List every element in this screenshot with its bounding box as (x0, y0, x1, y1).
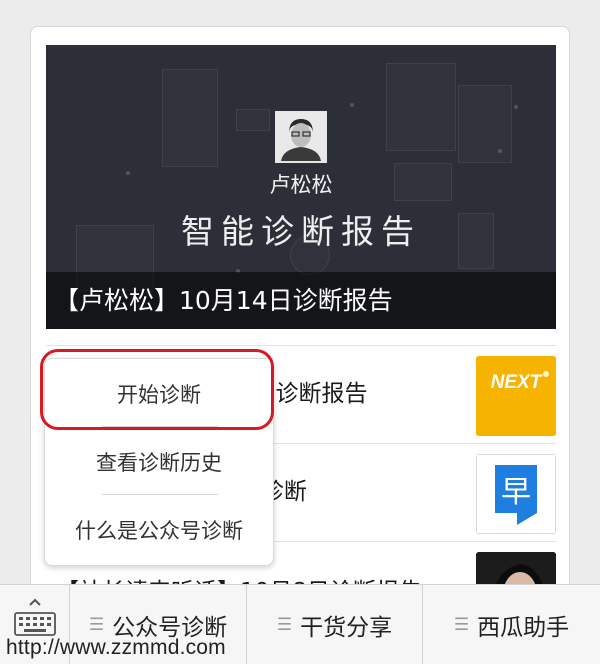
hero-cover[interactable]: 卢松松 智能诊断报告 【卢松松】10月14日诊断报告 (46, 45, 556, 329)
menu-xigua-assistant[interactable]: ☰ 西瓜助手 (423, 585, 600, 664)
menu-label: 干货分享 (300, 615, 393, 641)
menu-label: 西瓜助手 (477, 615, 570, 641)
menu-list-icon: ☰ (276, 615, 293, 635)
zao-book-icon: 早 (476, 454, 556, 534)
bg-dot (514, 105, 518, 109)
zao-glyph: 早 (501, 475, 531, 510)
bg-decoration (236, 109, 270, 131)
next-logo-text: NEXT (491, 372, 543, 393)
bg-dot (498, 149, 502, 153)
watermark-url: http://www.zzmmd.com (6, 636, 226, 659)
menu-list-icon: ☰ (453, 615, 470, 635)
menu-item-diagnosis-history[interactable]: 查看诊断历史 (45, 447, 273, 477)
bg-dot (350, 103, 354, 107)
person-portrait-icon (275, 111, 327, 163)
hero-caption[interactable]: 【卢松松】10月14日诊断报告 (46, 272, 556, 329)
bg-decoration (386, 63, 456, 151)
menu-list-icon: ☰ (88, 615, 105, 635)
bg-decoration (458, 85, 512, 163)
highlight-annotation (40, 349, 274, 430)
menu-ganhuo-share[interactable]: ☰ 干货分享 (247, 585, 423, 664)
bg-decoration (162, 69, 218, 167)
hero-subtitle: 智能诊断报告 (181, 212, 421, 251)
menu-item-what-is-diagnosis[interactable]: 什么是公众号诊断 (45, 515, 273, 545)
menu-divider (102, 494, 218, 495)
author-name: 卢松松 (269, 173, 333, 197)
next-logo-icon: NEXT (476, 356, 556, 436)
